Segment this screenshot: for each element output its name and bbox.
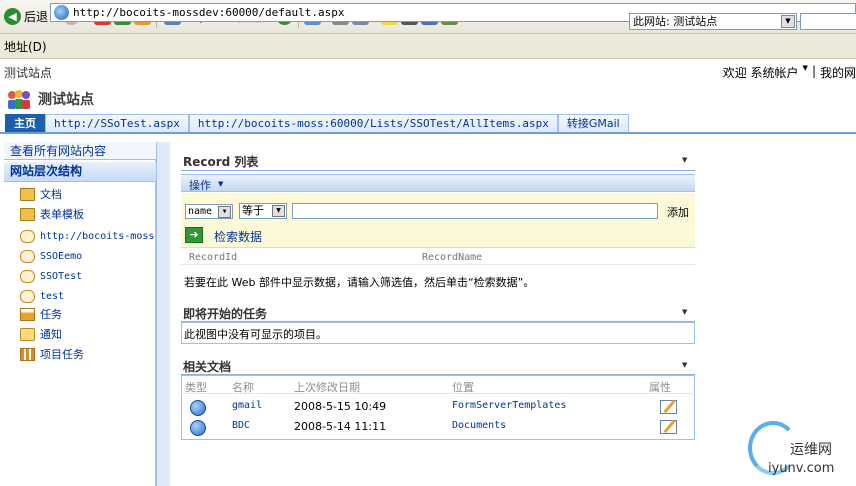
filter-hint-text: 若要在此 Web 部件中显示数据，请输入筛选值，然后单击“检索数据”。 — [184, 276, 535, 289]
operator-select[interactable]: 等于 ▼ — [239, 203, 287, 219]
sidebar-item-label: test — [40, 290, 65, 302]
welcome-text[interactable]: 欢迎 系统帐户 — [723, 64, 799, 81]
filter-value-input[interactable] — [292, 203, 658, 219]
nav-divider — [0, 132, 856, 134]
global-links-bar: 测试站点 欢迎 系统帐户 ▼ | 我的网 — [0, 60, 856, 82]
doc-modified: 2008-5-15 10:49 — [294, 400, 387, 413]
sidebar-item-documents[interactable]: 文档 — [20, 186, 62, 202]
sidebar-item-test[interactable]: test — [20, 288, 64, 304]
tab-gmail[interactable]: 转接GMail — [557, 114, 629, 133]
tab-ssotest-list[interactable]: http://bocoits-moss:60000/Lists/SSOTest/… — [188, 114, 558, 133]
address-label: 地址(D) — [4, 39, 47, 54]
link-icon — [20, 229, 35, 243]
welcome-menu: 欢迎 系统帐户 ▼ | 我的网 — [723, 64, 856, 81]
top-nav: 主页 http://SSoTest.aspx http://bocoits-mo… — [5, 114, 629, 133]
column-divider — [181, 393, 695, 394]
link-icon — [20, 269, 35, 283]
sidebar-item-label: 文档 — [40, 188, 62, 201]
column-header-recordid[interactable]: RecordId — [189, 252, 237, 263]
properties-icon[interactable] — [660, 400, 677, 414]
field-select[interactable]: name ▼ — [185, 204, 233, 219]
actions-menu[interactable]: 操作 — [189, 177, 211, 193]
watermark-text-cn: 运维网 — [790, 442, 832, 458]
doc-name-link[interactable]: BDC — [232, 420, 250, 431]
search-scope-select[interactable]: 此网站: 测试站点 ▼ — [629, 13, 797, 30]
project-tasks-icon — [20, 347, 35, 361]
site-hierarchy-header[interactable]: 网站层次结构 — [4, 162, 156, 182]
empty-message: 此视图中没有可显示的项目。 — [184, 328, 327, 341]
record-list-title: Record 列表 — [183, 155, 259, 169]
go-arrow-icon[interactable]: ➔ — [185, 227, 203, 243]
ie-document-icon — [190, 400, 206, 416]
operator-select-value: 等于 — [242, 204, 264, 217]
search-scope-value: 此网站: 测试站点 — [633, 15, 718, 28]
sidebar-item-label: SSOTest — [40, 270, 83, 282]
sidebar-item-ssotest[interactable]: SSOTest — [20, 268, 82, 284]
column-header-recordname[interactable]: RecordName — [422, 252, 482, 263]
watermark-text-en: iyunv.com — [768, 461, 835, 476]
view-all-content-link[interactable]: 查看所有网站内容 — [4, 142, 156, 160]
page-title: 测试站点 — [38, 92, 94, 108]
address-url: http://bocoits-mossdev:60000/default.asp… — [73, 6, 345, 19]
divider: | — [811, 64, 816, 78]
page-icon — [54, 5, 69, 20]
actions-toolbar — [181, 174, 695, 192]
sidebar-item-label: http://bocoits-moss — [40, 230, 155, 242]
folder-icon — [20, 187, 35, 201]
sidebar-item-ssoeemo[interactable]: SSOEemo — [20, 248, 82, 264]
announcement-icon — [20, 327, 35, 341]
link-icon — [20, 289, 35, 303]
upcoming-tasks-title: 即将开始的任务 — [183, 307, 268, 321]
my-site-link[interactable]: 我的网 — [820, 64, 856, 81]
chevron-down-icon[interactable]: ▼ — [781, 15, 795, 28]
sidebar-item-label: 表单模板 — [40, 208, 84, 221]
chevron-down-icon[interactable]: ▼ — [272, 205, 285, 217]
sidebar-item-label: 通知 — [40, 328, 62, 341]
back-arrow-icon: ◀ — [4, 8, 21, 25]
sidebar-item-form-templates[interactable]: 表单模板 — [20, 206, 84, 222]
quick-launch-strip — [156, 142, 170, 486]
webpart-title-line — [181, 170, 695, 171]
retrieve-data-link[interactable]: 检索数据 — [214, 228, 262, 245]
link-icon — [20, 249, 35, 263]
webpart-menu-icon[interactable]: ▼ — [682, 308, 687, 316]
sidebar-item-tasks[interactable]: 任务 — [20, 306, 62, 322]
back-label: 后退 — [24, 10, 49, 24]
chevron-down-icon[interactable]: ▼ — [218, 180, 223, 188]
site-header: 测试站点 — [0, 84, 856, 114]
sidebar-item-label: SSOEemo — [40, 250, 83, 262]
sidebar-item-label: 项目任务 — [40, 348, 84, 361]
tab-ssotest[interactable]: http://SSoTest.aspx — [45, 114, 189, 133]
doc-modified: 2008-5-14 11:11 — [294, 420, 387, 433]
related-docs-title: 相关文档 — [183, 360, 232, 374]
tab-home[interactable]: 主页 — [5, 114, 45, 133]
site-watermark: 运维网 iyunv.com — [726, 415, 856, 486]
ie-document-icon — [190, 420, 206, 436]
chevron-down-icon[interactable]: ▼ — [803, 64, 808, 81]
sidebar-item-label: 任务 — [40, 308, 62, 321]
doc-location-link[interactable]: Documents — [452, 420, 506, 431]
field-select-value: name — [188, 206, 213, 217]
webpart-menu-icon[interactable]: ▼ — [682, 361, 687, 369]
webpart-menu-icon[interactable]: ▼ — [682, 156, 687, 164]
breadcrumb[interactable]: 测试站点 — [4, 64, 52, 81]
sidebar-item-announcements[interactable]: 通知 — [20, 326, 62, 342]
sidebar-item-bocoits-moss[interactable]: http://bocoits-moss — [20, 228, 154, 244]
address-bar: 地址(D) — [0, 34, 856, 59]
people-logo-icon — [8, 90, 30, 109]
column-divider — [181, 264, 695, 265]
chevron-down-icon[interactable]: ▼ — [218, 206, 231, 218]
doc-location-link[interactable]: FormServerTemplates — [452, 400, 566, 411]
search-input[interactable] — [800, 13, 856, 30]
properties-icon[interactable] — [660, 420, 677, 434]
doc-name-link[interactable]: gmail — [232, 400, 262, 411]
add-filter-button[interactable]: 添加 — [667, 204, 689, 220]
tasks-icon — [20, 307, 35, 321]
sidebar-item-project-tasks[interactable]: 项目任务 — [20, 346, 84, 362]
folder-icon — [20, 207, 35, 221]
